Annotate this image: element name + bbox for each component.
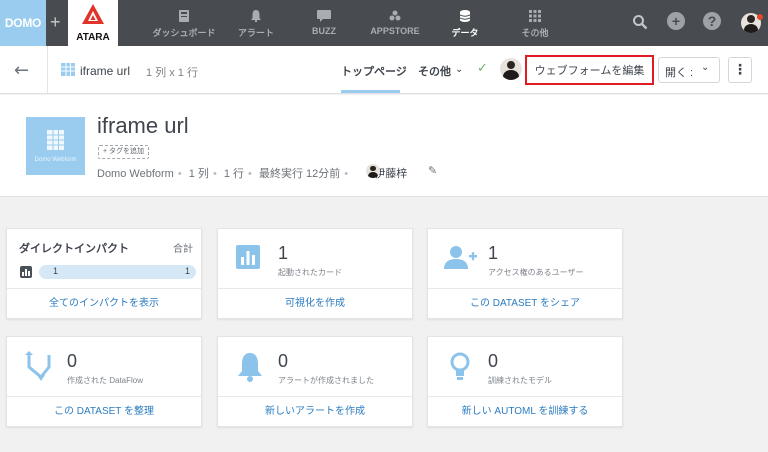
add-icon[interactable]: + [667, 12, 685, 30]
active-tab-indicator [341, 90, 400, 93]
lightbulb-icon [450, 352, 470, 380]
instance-name: ATARA [76, 32, 110, 43]
dataflow-count: 0 [67, 351, 78, 371]
dataflow-icon [25, 351, 51, 381]
view-all-impacts-link[interactable]: 全てのインパクトを表示 [7, 288, 201, 318]
nav-label: データ [451, 28, 479, 38]
organize-dataset-link[interactable]: この DATASET を整理 [7, 396, 201, 426]
add-user-icon [444, 246, 477, 269]
cards-description: 起動されたカード [278, 268, 342, 277]
bar-chart-icon [236, 245, 260, 269]
dataset-dimensions: 1 列 x 1 行 [146, 67, 198, 79]
nav-alerts[interactable]: アラート [230, 0, 282, 46]
nav-label: APPSTORE [370, 26, 420, 36]
impact-bar: 1 1 [39, 265, 196, 279]
models-count: 0 [488, 351, 499, 371]
nav-label: アラート [237, 28, 274, 38]
atara-logo-icon [82, 4, 104, 24]
alerts-description: アラートが作成されました [278, 376, 374, 385]
chevron-down-icon: ⌄ [701, 62, 710, 73]
impact-card: ダイレクトインパクト 合計 1 1 全てのインパクトを表示 [6, 228, 202, 319]
train-automl-link[interactable]: 新しい AUTOML を訓練する [428, 396, 622, 426]
divider [47, 46, 48, 94]
dataset-toolbar: ← iframe url 1 列 x 1 行 トップページ その他 ⌄ ✓ ウェ… [0, 46, 768, 94]
nav-data[interactable]: データ [442, 0, 488, 46]
bell-icon [238, 353, 262, 382]
back-arrow-icon[interactable]: ← [14, 60, 29, 81]
impact-title: ダイレクトインパクト [19, 243, 129, 255]
bar-chart-icon [20, 266, 32, 278]
users-count: 1 [488, 243, 499, 263]
top-navigation: DOMO + ATARA ダッシュボード アラート BUZZ APPSTORE … [0, 0, 768, 46]
chevron-down-icon[interactable]: ⌄ [455, 64, 463, 75]
alerts-card: 0 アラートが作成されました 新しいアラートを作成 [217, 336, 413, 427]
create-alert-link[interactable]: 新しいアラートを作成 [218, 396, 412, 426]
notification-dot [757, 14, 763, 20]
nav-label: その他 [521, 28, 549, 38]
impact-total-label: 合計 [173, 244, 193, 255]
row-count: 1 行 [223, 168, 245, 180]
users-description: アクセス権のあるユーザー [488, 268, 584, 277]
dataset-detail-header: Domo Webform iframe url + タグを追加 Domo Web… [0, 95, 768, 197]
domo-logo[interactable]: DOMO [0, 0, 46, 46]
dataset-name: iframe url [80, 64, 131, 78]
edit-webform-button[interactable]: ウェブフォームを編集 [525, 55, 654, 85]
users-card: 1 アクセス権のあるユーザー この DATASET をシェア [427, 228, 623, 319]
grid-icon [529, 10, 541, 22]
impact-bar-left-value: 1 [53, 266, 59, 276]
open-dropdown-button[interactable]: 開く : ⌄ [658, 57, 720, 83]
last-run-label: 最終実行 [258, 168, 303, 180]
nav-appstore[interactable]: APPSTORE [366, 0, 424, 46]
search-icon[interactable] [632, 14, 648, 30]
database-icon [460, 10, 470, 22]
nav-buzz[interactable]: BUZZ [302, 0, 346, 46]
help-icon[interactable]: ? [703, 12, 721, 30]
check-icon: ✓ [477, 61, 488, 76]
nav-label: ダッシュボード [152, 28, 216, 38]
models-description: 訓練されたモデル [488, 376, 552, 385]
table-icon [47, 130, 64, 150]
share-dataset-link[interactable]: この DATASET をシェア [428, 288, 622, 318]
tab-other[interactable]: その他 [418, 63, 451, 79]
open-label: 開く : [665, 67, 694, 79]
nav-more[interactable]: その他 [512, 0, 558, 46]
bell-icon [251, 10, 261, 22]
owner-avatar [366, 164, 380, 178]
owner-avatar[interactable] [500, 58, 522, 80]
appstore-icon [389, 10, 401, 21]
alerts-count: 0 [278, 351, 289, 371]
pencil-icon[interactable]: ✎ [428, 164, 437, 177]
thumbnail-label: Domo Webform [34, 157, 77, 163]
create-visualization-link[interactable]: 可視化を作成 [218, 288, 412, 318]
dataset-title[interactable]: iframe url [97, 113, 189, 139]
nav-dashboard[interactable]: ダッシュボード [146, 0, 222, 46]
more-options-button[interactable]: ⋮ [728, 57, 752, 83]
cards-count: 1 [278, 243, 289, 263]
column-count: 1 列 [188, 168, 209, 180]
plus-separator: + [50, 12, 61, 32]
last-run-value: 12分前 [306, 168, 341, 180]
dataset-meta: Domo Webform • 1 列 • 1 行 • 最終実行 12分前 • 伊藤梓 [97, 168, 408, 180]
dashboard-icon [179, 10, 189, 22]
cards-card: 1 起動されたカード 可視化を作成 [217, 228, 413, 319]
add-tag-button[interactable]: + タグを追加 [98, 145, 150, 159]
chat-icon [317, 10, 331, 22]
instance-logo[interactable]: ATARA [68, 0, 118, 46]
table-icon [61, 63, 75, 76]
nav-label: BUZZ [312, 26, 336, 36]
impact-bar-right-value: 1 [184, 266, 190, 276]
dataflow-card: 0 作成された DataFlow この DATASET を整理 [6, 336, 202, 427]
models-card: 0 訓練されたモデル 新しい AUTOML を訓練する [427, 336, 623, 427]
tab-top-page[interactable]: トップページ [341, 63, 407, 79]
connector-name: Domo Webform [97, 168, 174, 180]
dataflow-description: 作成された DataFlow [67, 376, 144, 385]
dataset-thumbnail: Domo Webform [26, 117, 85, 175]
